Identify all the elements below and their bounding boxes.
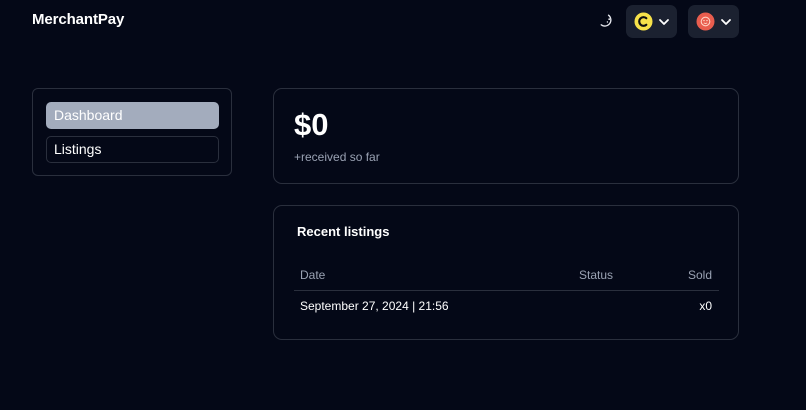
currency-c-icon [634,12,653,31]
sidebar-item-listings[interactable]: Listings [46,136,219,163]
received-stat-card: $0 +received so far [273,88,739,184]
sidebar-nav: Dashboard Listings [32,88,232,176]
sidebar-item-dashboard[interactable]: Dashboard [46,102,219,129]
currency-selector-button[interactable] [626,5,677,38]
table-divider [294,290,719,291]
row-date: September 27, 2024 | 21:56 [300,299,449,313]
received-amount: $0 [294,107,329,142]
chevron-down-icon [658,16,670,28]
user-avatar-icon [696,12,715,31]
brand-logo[interactable]: MerchantPay [32,11,124,28]
top-bar: MerchantPay [0,0,806,44]
recent-listings-card: Recent listings Date Status Sold Septemb… [273,205,739,340]
theme-toggle-button[interactable] [597,12,615,30]
chevron-down-icon [720,16,732,28]
moon-icon [600,14,612,27]
recent-listings-title: Recent listings [297,224,390,239]
column-header-date: Date [300,268,326,282]
received-caption: +received so far [294,150,380,164]
row-sold: x0 [699,299,712,313]
account-menu-button[interactable] [688,5,739,38]
column-header-sold: Sold [687,268,712,282]
column-header-status: Status [579,268,614,282]
